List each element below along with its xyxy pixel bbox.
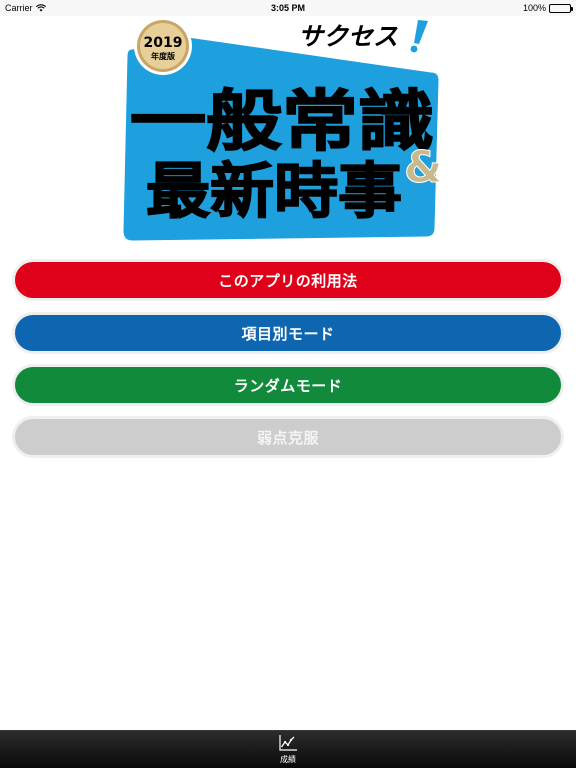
logo-series: サクセス xyxy=(298,22,398,51)
howto-button[interactable]: このアプリの利用法 xyxy=(12,259,564,301)
tab-bar: 成績 xyxy=(0,730,576,768)
clock: 3:05 PM xyxy=(270,3,305,13)
item-mode-label: 項目別モード xyxy=(241,324,335,343)
random-mode-button[interactable]: ランダムモード xyxy=(12,364,564,406)
random-mode-label: ランダムモード xyxy=(233,376,343,395)
app-logo: 2019 年度版 サクセス 一般常識 最新時事 & xyxy=(118,16,454,246)
item-mode-button[interactable]: 項目別モード xyxy=(12,312,564,354)
logo-title-line1: 一般常識 xyxy=(130,83,434,160)
year-badge: 2019 年度版 xyxy=(134,17,192,75)
weakness-button[interactable]: 弱点克服 xyxy=(12,416,564,458)
howto-label: このアプリの利用法 xyxy=(218,271,358,290)
svg-text:2019: 2019 xyxy=(144,35,183,51)
battery-icon xyxy=(549,3,573,13)
battery-indicator: 100% xyxy=(522,3,573,13)
tab-results[interactable]: 成績 xyxy=(268,734,308,767)
logo-title-line2: 最新時事 xyxy=(146,157,402,227)
line-chart-icon xyxy=(279,735,297,751)
status-bar: Carrier 3:05 PM 100% xyxy=(0,0,576,16)
exclamation-mark xyxy=(414,20,428,44)
logo-ampersand: & xyxy=(404,142,442,193)
battery-percent: 100% xyxy=(522,3,546,13)
weakness-label: 弱点克服 xyxy=(256,428,319,447)
svg-text:年度版: 年度版 xyxy=(151,51,175,61)
tab-results-label: 成績 xyxy=(280,755,296,764)
